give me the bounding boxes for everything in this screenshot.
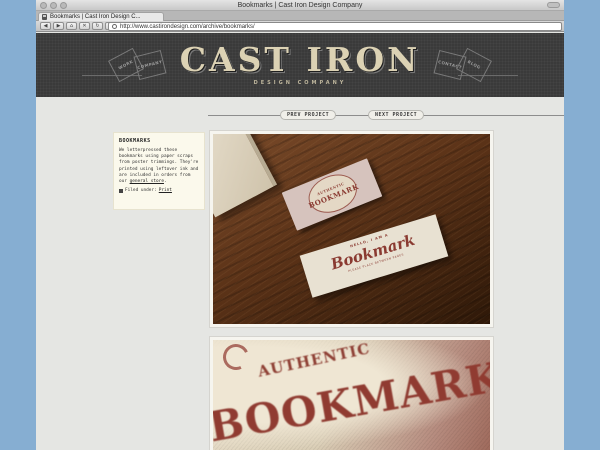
project-description: BOOKMARKS We letterpressed these bookmar…: [113, 132, 205, 210]
project-navigation: PREV PROJECT NEXT PROJECT: [36, 110, 564, 120]
stop-button[interactable]: ✕: [79, 22, 90, 30]
navigation-buttons: ◀ ▶ ⌂ ✕ ↻ +: [40, 22, 116, 30]
project-title: BOOKMARKS: [119, 138, 151, 144]
tab-bookmarks[interactable]: Bookmarks | Cast Iron Design C...: [38, 12, 164, 21]
closeup-top-text: AUTHENTIC: [256, 340, 372, 381]
browser-toolbar: ◀ ▶ ⌂ ✕ ↻ + http://www.castirondesign.co…: [36, 21, 564, 32]
project-text: We letterpressed these bookmarks using p…: [119, 148, 199, 185]
title-bar: Bookmarks | Cast Iron Design Company: [36, 0, 564, 11]
url-text: http://www.castirondesign.com/archive/bo…: [120, 23, 255, 30]
prev-project-button[interactable]: PREV PROJECT: [280, 110, 337, 120]
category-link-print[interactable]: Print: [159, 188, 172, 194]
bookmark-card-cream: HELLO, I AM A Bookmark PLEASE PLACE BETW…: [299, 214, 449, 298]
browser-window: Bookmarks | Cast Iron Design Company Boo…: [36, 0, 564, 450]
home-button[interactable]: ⌂: [66, 22, 77, 30]
address-bar[interactable]: http://www.castirondesign.com/archive/bo…: [108, 22, 562, 31]
next-project-button[interactable]: NEXT PROJECT: [368, 110, 425, 120]
project-photo-2: AUTHENTIC BOOKMARK: [209, 336, 494, 450]
window-title: Bookmarks | Cast Iron Design Company: [237, 2, 363, 9]
project-text-end: .: [163, 179, 167, 185]
swirl-ornament: [219, 340, 253, 374]
logo-wordmark: CAST IRON: [179, 40, 421, 79]
project-photo-1: AUTHENTIC BOOKMARK HELLO, I AM A Bookmar…: [209, 130, 494, 328]
site-logo[interactable]: CAST IRON DESIGN COMPANY: [36, 42, 564, 87]
filed-under: Filed under: Print: [119, 188, 199, 194]
favicon-icon: [42, 14, 47, 20]
bookmark-card-pink: AUTHENTIC BOOKMARK: [281, 158, 383, 231]
back-button[interactable]: ◀: [40, 22, 51, 30]
photo-bookmark-closeup: AUTHENTIC BOOKMARK: [213, 340, 490, 450]
toolbar-toggle-button[interactable]: [547, 2, 560, 8]
logo-tagline: DESIGN COMPANY: [253, 80, 347, 86]
folder-icon: [119, 189, 123, 194]
reload-button[interactable]: ↻: [92, 22, 103, 30]
globe-icon: [112, 24, 117, 29]
forward-button[interactable]: ▶: [53, 22, 64, 30]
bookmark-seal: AUTHENTIC BOOKMARK: [302, 167, 363, 220]
tab-bar: Bookmarks | Cast Iron Design C...: [36, 11, 564, 21]
tab-label: Bookmarks | Cast Iron Design C...: [50, 13, 141, 20]
general-store-link[interactable]: general store: [130, 179, 164, 184]
photo-bookmarks-on-wood: AUTHENTIC BOOKMARK HELLO, I AM A Bookmar…: [213, 134, 490, 324]
closeup-main-text: BOOKMARK: [213, 352, 490, 450]
filed-under-label: Filed under:: [125, 188, 157, 194]
book-image: [213, 134, 278, 218]
site-header: WORK COMPANY CONTACT BLOG CAST IRON DESI…: [36, 33, 564, 97]
